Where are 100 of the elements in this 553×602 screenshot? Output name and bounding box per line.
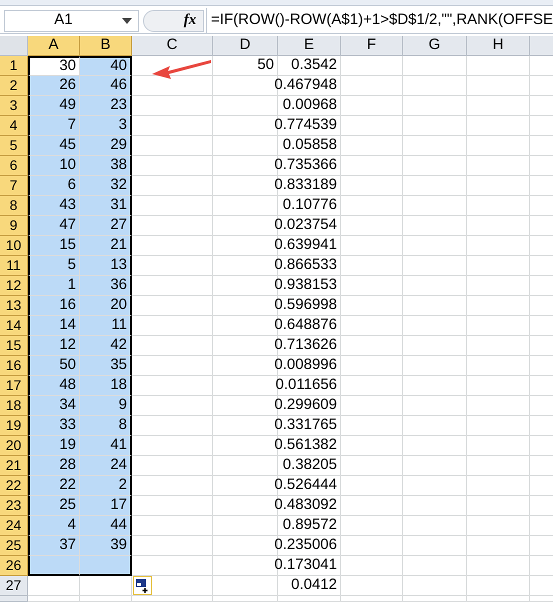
row-header[interactable]: 11 bbox=[0, 256, 28, 276]
table-cell[interactable]: 23 bbox=[80, 96, 132, 116]
insert-function-button[interactable]: fx bbox=[184, 9, 202, 32]
row-header[interactable]: 14 bbox=[0, 316, 28, 336]
table-cell[interactable]: 0.10776 bbox=[278, 196, 341, 216]
row-header[interactable]: 19 bbox=[0, 416, 28, 436]
row-header[interactable]: 26 bbox=[0, 556, 28, 576]
table-cell[interactable]: 12 bbox=[28, 336, 80, 356]
table-cell[interactable]: 28 bbox=[28, 456, 80, 476]
table-cell[interactable]: 40 bbox=[80, 56, 132, 76]
table-cell[interactable]: 41 bbox=[80, 436, 132, 456]
column-header[interactable]: A bbox=[28, 36, 80, 56]
table-cell[interactable]: 0.89572 bbox=[278, 516, 341, 536]
table-cell[interactable]: 15 bbox=[28, 236, 80, 256]
table-cell[interactable]: 50 bbox=[28, 356, 80, 376]
table-cell[interactable]: 31 bbox=[80, 196, 132, 216]
table-cell[interactable]: 29 bbox=[80, 136, 132, 156]
table-cell[interactable]: 2 bbox=[80, 476, 132, 496]
row-header[interactable]: 23 bbox=[0, 496, 28, 516]
table-cell[interactable]: 35 bbox=[80, 356, 132, 376]
table-cell[interactable]: 11 bbox=[80, 316, 132, 336]
table-cell[interactable]: 27 bbox=[80, 216, 132, 236]
table-cell[interactable]: 49 bbox=[28, 96, 80, 116]
table-cell[interactable]: 18 bbox=[80, 376, 132, 396]
row-header[interactable]: 20 bbox=[0, 436, 28, 456]
table-cell[interactable]: 0.00968 bbox=[278, 96, 341, 116]
table-cell[interactable]: 3 bbox=[80, 116, 132, 136]
row-header[interactable]: 22 bbox=[0, 476, 28, 496]
table-cell[interactable]: 6 bbox=[28, 176, 80, 196]
table-cell[interactable]: 0.3542 bbox=[278, 56, 341, 76]
table-cell[interactable]: 36 bbox=[80, 276, 132, 296]
row-header[interactable]: 3 bbox=[0, 96, 28, 116]
table-cell[interactable]: 9 bbox=[80, 396, 132, 416]
table-cell[interactable]: 33 bbox=[28, 416, 80, 436]
dropdown-icon[interactable] bbox=[122, 18, 132, 24]
table-cell[interactable]: 42 bbox=[80, 336, 132, 356]
splitter-handle[interactable] bbox=[142, 10, 204, 32]
table-cell[interactable]: 20 bbox=[80, 296, 132, 316]
row-header[interactable]: 7 bbox=[0, 176, 28, 196]
row-header[interactable]: 21 bbox=[0, 456, 28, 476]
table-cell[interactable]: 48 bbox=[28, 376, 80, 396]
row-header[interactable]: 10 bbox=[0, 236, 28, 256]
row-header[interactable]: 6 bbox=[0, 156, 28, 176]
column-header[interactable]: D bbox=[213, 36, 278, 56]
row-header[interactable]: 5 bbox=[0, 136, 28, 156]
table-cell[interactable]: 0.05858 bbox=[278, 136, 341, 156]
table-cell[interactable]: 0.0412 bbox=[278, 576, 341, 596]
row-header[interactable]: 2 bbox=[0, 76, 28, 96]
column-header[interactable]: B bbox=[80, 36, 132, 56]
table-cell[interactable]: 34 bbox=[28, 396, 80, 416]
row-header[interactable]: 9 bbox=[0, 216, 28, 236]
row-header[interactable]: 12 bbox=[0, 276, 28, 296]
table-cell[interactable]: 39 bbox=[80, 536, 132, 556]
active-cell[interactable]: 30 bbox=[28, 56, 80, 76]
table-cell[interactable]: 43 bbox=[28, 196, 80, 216]
table-cell[interactable]: 14 bbox=[28, 316, 80, 336]
table-cell[interactable]: 45 bbox=[28, 136, 80, 156]
table-cell[interactable]: 38 bbox=[80, 156, 132, 176]
table-cell[interactable]: 44 bbox=[80, 516, 132, 536]
table-cell[interactable] bbox=[80, 556, 132, 576]
column-header[interactable]: F bbox=[341, 36, 403, 56]
table-cell[interactable]: 0.011656 bbox=[278, 376, 341, 396]
paste-options-icon[interactable] bbox=[133, 576, 152, 595]
table-cell[interactable]: 32 bbox=[80, 176, 132, 196]
table-cell[interactable]: 10 bbox=[28, 156, 80, 176]
select-all-button[interactable] bbox=[0, 36, 28, 56]
table-cell[interactable]: 19 bbox=[28, 436, 80, 456]
row-header[interactable]: 16 bbox=[0, 356, 28, 376]
row-header[interactable]: 24 bbox=[0, 516, 28, 536]
table-cell[interactable]: 26 bbox=[28, 76, 80, 96]
table-cell[interactable]: 22 bbox=[28, 476, 80, 496]
row-header[interactable]: 18 bbox=[0, 396, 28, 416]
row-header[interactable]: 25 bbox=[0, 536, 28, 556]
table-cell[interactable]: 47 bbox=[28, 216, 80, 236]
table-cell[interactable]: 0.38205 bbox=[278, 456, 341, 476]
table-cell[interactable]: 4 bbox=[28, 516, 80, 536]
table-cell[interactable]: 7 bbox=[28, 116, 80, 136]
row-header[interactable]: 13 bbox=[0, 296, 28, 316]
column-header[interactable]: G bbox=[403, 36, 467, 56]
table-cell[interactable]: 1 bbox=[28, 276, 80, 296]
table-cell[interactable]: 46 bbox=[80, 76, 132, 96]
table-cell[interactable]: 16 bbox=[28, 296, 80, 316]
table-cell[interactable]: 8 bbox=[80, 416, 132, 436]
table-cell[interactable]: 13 bbox=[80, 256, 132, 276]
column-header[interactable]: E bbox=[278, 36, 341, 56]
table-cell[interactable]: 21 bbox=[80, 236, 132, 256]
row-header[interactable]: 1 bbox=[0, 56, 28, 76]
row-header[interactable] bbox=[0, 596, 28, 602]
table-cell[interactable]: 25 bbox=[28, 496, 80, 516]
column-header[interactable]: H bbox=[467, 36, 530, 56]
table-cell[interactable]: 5 bbox=[28, 256, 80, 276]
row-header[interactable]: 27 bbox=[0, 576, 28, 596]
row-header[interactable]: 17 bbox=[0, 376, 28, 396]
formula-field[interactable]: =IF(ROW()-ROW(A$1)+1>$D$1/2,"",RANK(OFFSE bbox=[211, 9, 553, 32]
table-cell[interactable]: 17 bbox=[80, 496, 132, 516]
table-cell[interactable]: 50 bbox=[213, 56, 278, 76]
row-header[interactable]: 15 bbox=[0, 336, 28, 356]
table-cell[interactable]: 24 bbox=[80, 456, 132, 476]
row-header[interactable]: 8 bbox=[0, 196, 28, 216]
column-header[interactable]: C bbox=[132, 36, 213, 56]
